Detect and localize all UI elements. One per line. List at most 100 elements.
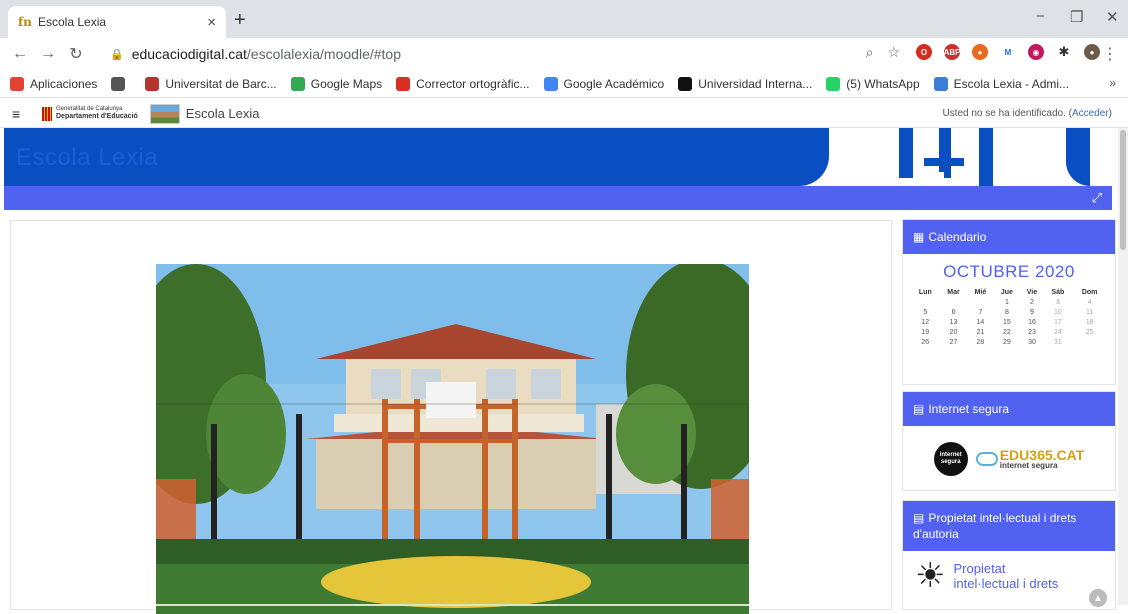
bookmark-item[interactable]: Escola Lexia - Admi...	[933, 76, 1069, 91]
internet-segura-heading: Internet segura	[928, 402, 1010, 416]
calendar-day[interactable]: 2	[1020, 297, 1043, 307]
calendar-day[interactable]: 10	[1044, 307, 1073, 317]
back-arrow-icon[interactable]: ←	[6, 45, 34, 63]
calendar-day[interactable]: 14	[967, 317, 993, 327]
login-link[interactable]: Acceder	[1072, 108, 1109, 119]
site-name-link[interactable]: Escola Lexia	[186, 106, 260, 121]
hamburger-menu-icon[interactable]: ≡	[12, 106, 34, 122]
puzzle-extensions-icon[interactable]: ✱	[1056, 44, 1072, 60]
school-thumbnail[interactable]	[149, 103, 180, 124]
calendar-day[interactable]: 28	[967, 337, 993, 347]
calendar-day[interactable]: 9	[1020, 307, 1043, 317]
internet-segura-logo[interactable]: internet segura	[933, 442, 968, 476]
calendar-day[interactable]: 30	[1020, 337, 1043, 347]
calendar-icon: ▦	[913, 230, 925, 244]
calendar-day[interactable]: 11	[1072, 307, 1107, 317]
calendar-day[interactable]: 31	[1044, 337, 1073, 347]
bookmark-item[interactable]: (5) WhatsApp	[826, 76, 920, 91]
bookmark-star-icon[interactable]: ☆	[887, 44, 900, 61]
expand-icon[interactable]: ⤢	[1092, 190, 1102, 206]
calendar-day[interactable]: 18	[1072, 317, 1107, 327]
login-text: Usted no se ha identificado. (	[942, 108, 1072, 119]
url-path: /escolalexia/moodle/#top	[246, 46, 401, 62]
calendar-day[interactable]: 6	[940, 307, 968, 317]
bookmark-item[interactable]: Universitat de Barc...	[145, 76, 277, 91]
bookmark-item[interactable]: Aplicaciones	[10, 76, 97, 91]
calendar-day[interactable]: 8	[993, 307, 1020, 317]
calendar-week-row: 5 6 7 8 9 10 11	[911, 307, 1107, 317]
calendar-block: ▦ Calendario OCTUBRE 2020 Lun Mar Mié Jue Vi…	[902, 219, 1116, 385]
banner-title: Escola Lexia	[16, 144, 159, 171]
propietat-text-line2: intel·lectual i drets	[953, 576, 1059, 591]
university-icon	[145, 76, 160, 91]
bookmark-item[interactable]: Corrector ortogràfic...	[396, 76, 530, 91]
zoom-icon[interactable]: ⌕	[866, 44, 874, 61]
mendeley-extension-icon[interactable]: M	[1000, 44, 1016, 60]
internet-segura-header: ▤ Internet segura	[903, 392, 1115, 426]
calendar-day[interactable]: 15	[993, 317, 1020, 327]
calendar-day[interactable]: 26	[911, 337, 940, 347]
calendar-day[interactable]: 5	[911, 307, 940, 317]
profile-avatar-icon[interactable]: ●	[1084, 44, 1100, 60]
calendar-day[interactable]: 24	[1044, 327, 1073, 337]
calendar-day[interactable]: 25	[1072, 327, 1107, 337]
adblock-extension-icon[interactable]: ABP	[944, 44, 960, 60]
owl-icon	[975, 452, 998, 466]
page-scrollbar[interactable]	[1118, 128, 1128, 605]
internet-segura-logos: internet segura EDU365.CAT internet segu…	[903, 426, 1115, 492]
list-icon: ▤	[913, 402, 925, 416]
calendar-day[interactable]: 3	[1044, 297, 1073, 307]
minimize-icon[interactable]: −	[1036, 8, 1045, 25]
opera-extension-icon[interactable]: O	[916, 44, 932, 60]
hand-extension-icon[interactable]: ●	[972, 44, 988, 60]
edu365-logo[interactable]: EDU365.CAT internet segura	[975, 448, 1084, 470]
url-field[interactable]: 🔒 educaciodigital.cat /escolalexia/moodl…	[110, 42, 900, 66]
close-window-icon[interactable]: ✕	[1106, 8, 1119, 26]
bookmarks-bar: Aplicaciones Universitat de Barc... Google…	[0, 70, 1128, 98]
new-tab-button[interactable]: +	[234, 9, 246, 32]
browser-tab[interactable]: fn Escola Lexia ×	[8, 6, 226, 38]
login-close: )	[1108, 108, 1112, 119]
scrollbar-thumb[interactable]	[1120, 130, 1126, 250]
calendar-day[interactable]: 19	[911, 327, 940, 337]
school-photo	[156, 264, 749, 614]
bookmark-item[interactable]: Google Maps	[290, 76, 382, 91]
calendar-day[interactable]: 29	[993, 337, 1020, 347]
list-icon: ▤	[913, 511, 925, 525]
propietat-link[interactable]: ☀ Propietat intel·lectual i drets	[903, 551, 1115, 601]
bookmark-item[interactable]: Google Académico	[543, 76, 664, 91]
reload-icon[interactable]: ↻	[62, 44, 90, 64]
calendar-block-header: ▦ Calendario	[903, 220, 1115, 254]
calendar-day[interactable]: 23	[1020, 327, 1043, 337]
browser-menu-icon[interactable]: ⋮	[1102, 44, 1118, 64]
calendar-week-row: 26 27 28 29 30 31	[911, 337, 1107, 347]
calendar-day[interactable]: 12	[911, 317, 940, 327]
bookmark-item[interactable]: Universidad Interna...	[678, 76, 812, 91]
propietat-heading-wrap: ▤ Propietat intel·lectual i drets d'autor…	[913, 510, 1105, 542]
calendar-day[interactable]: 16	[1020, 317, 1043, 327]
calendar-day[interactable]: 22	[993, 327, 1020, 337]
bookmark-item[interactable]	[111, 76, 131, 91]
bookmarks-overflow-icon[interactable]: »	[1109, 76, 1116, 90]
close-tab-icon[interactable]: ×	[207, 14, 216, 31]
calendar-day[interactable]: 17	[1044, 317, 1073, 327]
calendar-weekday: Lun	[918, 289, 932, 296]
calendar-day[interactable]: 4	[1072, 297, 1107, 307]
restore-icon[interactable]: ❐	[1070, 8, 1083, 26]
lightbulb-icon: ☀	[915, 557, 946, 595]
header-strip: ⤢	[4, 186, 1112, 210]
forward-arrow-icon[interactable]: →	[34, 45, 62, 63]
calendar-day[interactable]: 27	[940, 337, 968, 347]
scroll-to-top-icon[interactable]: ▲	[1089, 589, 1107, 607]
calendar-day[interactable]: 21	[967, 327, 993, 337]
calendar-day[interactable]: 1	[993, 297, 1020, 307]
gencat-logo[interactable]: Generalitat de Catalunya Departament d'E…	[42, 106, 138, 121]
calendar-day[interactable]: 13	[940, 317, 968, 327]
lock-icon[interactable]: 🔒	[110, 48, 124, 61]
calendar-day	[940, 297, 968, 307]
calendar-day[interactable]: 7	[967, 307, 993, 317]
calendar-table: Lun Mar Mié Jue Vie Sáb Dom 1 2 3 4 5 6 7 8 9 10 11 12 13 1…	[911, 288, 1107, 347]
record-extension-icon[interactable]: ◉	[1028, 44, 1044, 60]
calendar-day[interactable]: 20	[940, 327, 968, 337]
propietat-text-line1: Propietat	[953, 561, 1006, 576]
